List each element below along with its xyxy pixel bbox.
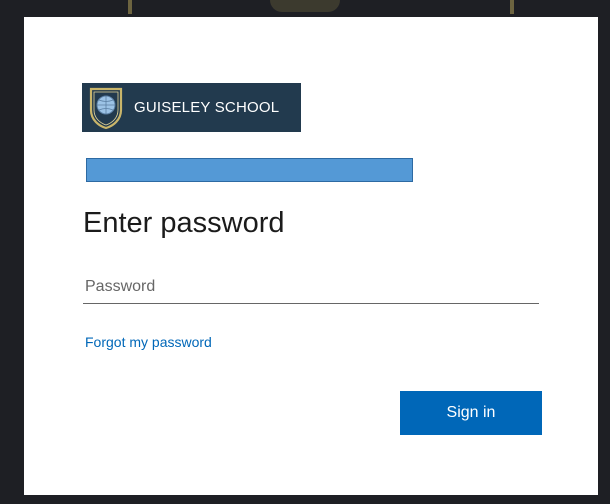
account-identity-bar[interactable] — [86, 158, 413, 182]
page-title: Enter password — [83, 207, 285, 239]
school-crest-icon — [89, 87, 123, 129]
background-decoration-center — [270, 0, 340, 12]
background-decoration-left — [128, 0, 132, 14]
sign-in-button[interactable]: Sign in — [400, 391, 542, 435]
password-input[interactable] — [83, 270, 539, 304]
school-logo: GUISELEY SCHOOL — [82, 83, 301, 132]
school-name: GUISELEY SCHOOL — [134, 99, 280, 116]
background-decoration-right — [510, 0, 514, 14]
sign-in-card: GUISELEY SCHOOL Enter password Forgot my… — [24, 17, 598, 495]
forgot-password-link[interactable]: Forgot my password — [85, 334, 212, 350]
